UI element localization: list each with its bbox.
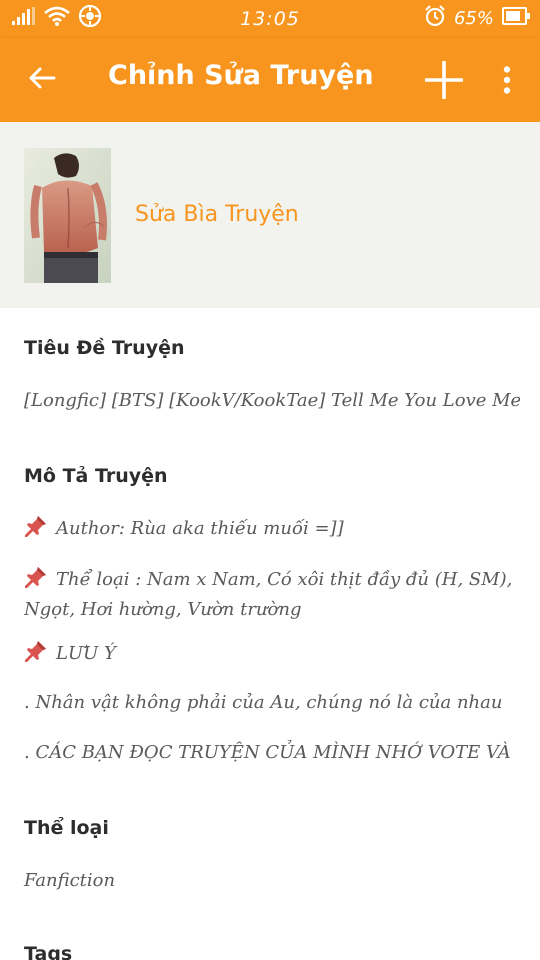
description-line[interactable]: Author: Rùa aka thiếu muối =]]	[24, 514, 520, 546]
status-bar: 13:05 65%	[0, 0, 540, 38]
pushpin-icon	[24, 565, 48, 597]
tags-label: Tags	[24, 943, 73, 960]
add-button[interactable]	[422, 60, 466, 104]
status-right-icons: 65%	[424, 5, 530, 31]
more-options-button[interactable]	[494, 60, 520, 104]
genre-label: Thể loại	[24, 817, 109, 839]
title-field-value[interactable]: [Longfic] [BTS] [KookV/KookTae] Tell Me …	[24, 387, 520, 414]
cover-section: Sửa Bìa Truyện	[0, 122, 540, 308]
description-line[interactable]: . CÁC BẠN ĐỌC TRUYỆN CỦA MÌNH NHỚ VOTE V…	[24, 740, 520, 766]
app-bar: Chỉnh Sửa Truyện	[0, 38, 540, 122]
pushpin-icon	[24, 514, 48, 546]
cover-image[interactable]	[24, 148, 111, 283]
page-title: Chỉnh Sửa Truyện	[108, 60, 374, 91]
more-vertical-icon	[503, 66, 511, 98]
genre-value[interactable]: Fanfiction	[24, 867, 520, 894]
back-arrow-icon	[28, 66, 56, 94]
alarm-icon	[424, 5, 446, 31]
plus-icon	[424, 60, 464, 103]
battery-percent: 65%	[453, 7, 494, 29]
description-line[interactable]: . Nhân vật không phải của Au, chúng nó l…	[24, 690, 520, 716]
edit-cover-link[interactable]: Sửa Bìa Truyện	[135, 202, 299, 227]
pushpin-icon	[24, 639, 48, 671]
title-field-label: Tiêu Đề Truyện	[24, 337, 185, 359]
description-label: Mô Tả Truyện	[24, 465, 168, 487]
battery-icon	[502, 7, 530, 29]
back-button[interactable]	[22, 60, 62, 100]
description-line[interactable]: Thể loại : Nam x Nam, Có xôi thịt đầy đủ…	[24, 565, 520, 623]
description-line[interactable]: LƯU Ý	[24, 639, 520, 671]
